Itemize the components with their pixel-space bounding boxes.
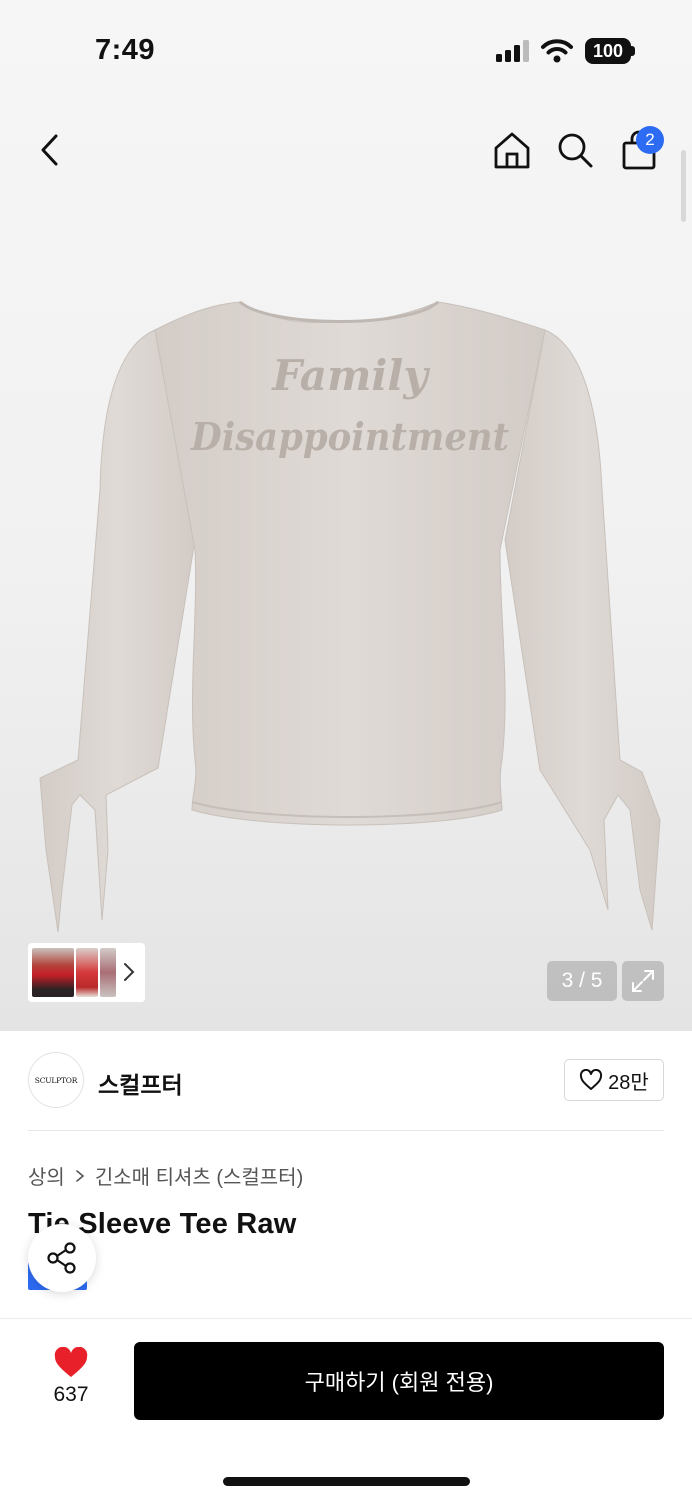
brand-row: SCULPTOR 스컬프터 28만 [28,1052,664,1110]
buy-button[interactable]: 구매하기 (회원 전용) [134,1342,664,1420]
heart-icon [54,1347,88,1377]
search-button[interactable] [553,128,597,172]
divider [28,1130,664,1131]
brand-like-button[interactable]: 28만 [564,1059,664,1101]
scroll-indicator [681,150,686,222]
brand-like-count: 28만 [608,1071,649,1094]
battery-tip [631,46,635,56]
bottom-action-bar: 637 구매하기 (회원 전용) [0,1318,692,1500]
status-time: 7:49 [95,34,156,66]
expand-icon [632,970,654,992]
home-button[interactable] [490,128,534,172]
product-image-gallery[interactable]: 7:49 100 2 Family Disappointment 3 / 5 [0,0,692,1031]
home-icon [494,132,530,169]
home-indicator [223,1477,470,1486]
product-photo[interactable]: Family Disappointment [30,290,670,950]
expand-button[interactable] [622,961,664,1001]
wifi-icon [541,39,573,63]
breadcrumb-subcategory[interactable]: 긴소매 티셔츠 (스컬프터) [95,1161,303,1190]
brand-name[interactable]: 스컬프터 [98,1066,183,1100]
thumbnail-image[interactable] [100,948,116,997]
chevron-right-icon [76,1169,85,1182]
image-page-counter: 3 / 5 [547,961,617,1001]
top-navigation [0,110,692,190]
chevron-left-icon [41,134,58,166]
thumbnail-image[interactable] [76,948,98,997]
wishlist-button[interactable]: 637 [36,1347,106,1413]
battery-level: 100 [585,38,631,64]
print-text-disappointment: Disappointment [190,414,509,459]
battery-indicator: 100 [585,38,635,64]
thumbnail-strip[interactable] [28,943,145,1002]
heart-outline-icon [580,1069,603,1090]
print-text-family: Family [271,351,430,400]
wishlist-count: 637 [53,1383,89,1406]
breadcrumb: 상의 긴소매 티셔츠 (스컬프터) [28,1161,303,1190]
breadcrumb-category[interactable]: 상의 [28,1161,65,1190]
status-bar: 7:49 100 [0,0,692,100]
cart-count-badge: 2 [636,126,664,154]
brand-logo[interactable]: SCULPTOR [28,1052,84,1108]
share-button[interactable] [28,1224,96,1292]
thumbnail-image[interactable] [32,948,74,997]
search-icon [558,133,593,168]
share-icon [47,1242,76,1274]
back-button[interactable] [28,128,72,172]
chevron-right-icon [124,963,135,981]
signal-icon [496,40,529,62]
